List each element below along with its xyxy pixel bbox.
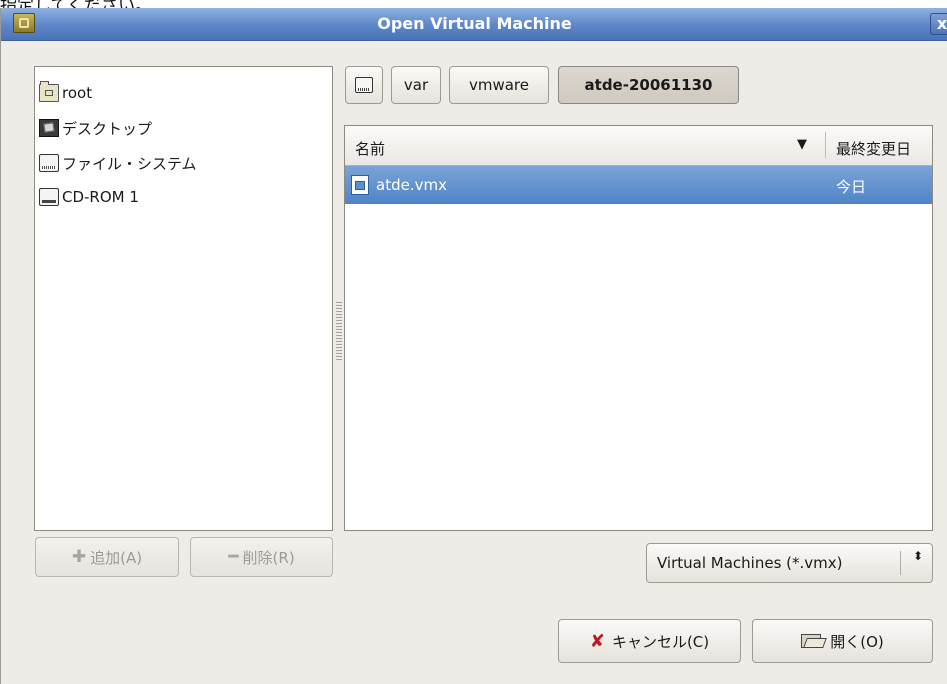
open-vm-dialog: Open Virtual Machine x root デスクトップ ファイル・…: [0, 8, 947, 684]
sidebar-item-desktop[interactable]: デスクトップ: [39, 116, 152, 140]
file-modified: 今日: [836, 178, 867, 196]
minus-icon: ━: [228, 547, 239, 567]
cancel-x-icon: ✘: [589, 630, 605, 652]
column-header-modified[interactable]: 最終変更日: [836, 138, 911, 159]
remove-bookmark-button[interactable]: ━ 削除(R): [190, 537, 333, 577]
desktop-icon: [39, 119, 59, 137]
remove-button-label: 削除(R): [242, 548, 295, 567]
path-var-button[interactable]: var: [391, 66, 441, 104]
open-folder-icon: [801, 633, 827, 649]
close-button[interactable]: x: [930, 13, 947, 35]
path-vmware-button[interactable]: vmware: [449, 66, 549, 104]
sidebar-item-label: ファイル・システム: [62, 154, 197, 173]
add-bookmark-button[interactable]: ✚ 追加(A): [35, 537, 179, 577]
dialog-title: Open Virtual Machine: [377, 14, 572, 33]
file-type-filter-select[interactable]: Virtual Machines (*.vmx) ⬍: [646, 543, 933, 583]
sidebar-item-cdrom[interactable]: CD-ROM 1: [39, 185, 139, 209]
sidebar-item-label: デスクトップ: [62, 119, 153, 138]
places-sidebar: root デスクトップ ファイル・システム CD-ROM 1: [34, 66, 333, 531]
path-segment-label: vmware: [468, 76, 529, 94]
sidebar-item-filesystem[interactable]: ファイル・システム: [39, 151, 197, 175]
title-bar[interactable]: Open Virtual Machine x: [1, 8, 947, 41]
filter-selected-label: Virtual Machines (*.vmx): [657, 554, 843, 572]
file-list-header: 名前 ▼ 最終変更日: [345, 126, 932, 166]
cancel-button-label: キャンセル(C): [611, 632, 710, 651]
file-row[interactable]: atde.vmx 今日: [345, 166, 932, 204]
open-button-label: 開く(O): [830, 632, 884, 651]
filesystem-drive-icon: [39, 154, 59, 172]
drive-icon: [355, 77, 373, 93]
path-root-button[interactable]: [345, 66, 383, 104]
add-button-label: 追加(A): [90, 548, 143, 567]
updown-arrows-icon: ⬍: [912, 549, 923, 563]
column-separator[interactable]: [825, 132, 826, 158]
plus-icon: ✚: [71, 547, 87, 567]
file-list: 名前 ▼ 最終変更日 atde.vmx 今日: [344, 125, 933, 531]
cancel-button[interactable]: ✘ キャンセル(C): [558, 619, 741, 663]
vmx-file-icon: [351, 175, 369, 195]
cdrom-icon: [39, 188, 59, 206]
sidebar-item-label: CD-ROM 1: [62, 188, 139, 206]
file-name: atde.vmx: [376, 176, 447, 194]
sidebar-item-root[interactable]: root: [39, 81, 92, 105]
path-segment-label: var: [403, 76, 429, 94]
home-folder-icon: [39, 81, 59, 102]
path-atde-button[interactable]: atde-20061130: [558, 66, 739, 104]
sidebar-item-label: root: [62, 84, 93, 102]
open-button[interactable]: 開く(O): [752, 619, 933, 663]
combo-separator: [900, 551, 901, 575]
column-header-name[interactable]: 名前: [355, 138, 385, 159]
sort-descending-icon[interactable]: ▼: [797, 137, 807, 152]
path-segment-label: atde-20061130: [584, 76, 713, 94]
pane-resize-handle[interactable]: [336, 300, 342, 360]
